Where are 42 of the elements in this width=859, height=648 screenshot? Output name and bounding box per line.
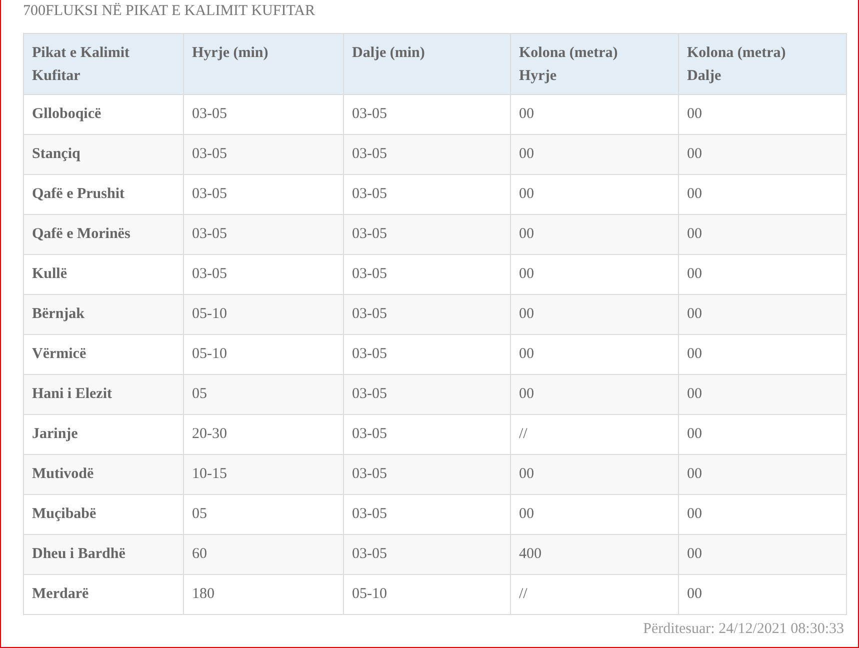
column-header: Dalje (min) (352, 44, 425, 63)
table-cell: 00 (678, 374, 846, 414)
column-header: Hyrje (min) (192, 44, 268, 63)
table-cell: 10-15 (184, 454, 344, 494)
table-cell: 180 (184, 574, 344, 614)
table-cell: 00 (510, 454, 678, 494)
table-cell: 00 (678, 214, 846, 254)
table-cell: 05-10 (344, 574, 510, 614)
table-cell: 00 (510, 134, 678, 174)
table-cell: Mutivodë (24, 454, 184, 494)
table-cell: Qafë e Morinës (24, 214, 184, 254)
table-cell: 00 (510, 214, 678, 254)
table-cell: 00 (510, 374, 678, 414)
table-cell: 00 (510, 294, 678, 334)
table-cell: 05-10 (184, 294, 344, 334)
table-cell: 03-05 (344, 134, 510, 174)
table-cell: Bërnjak (24, 294, 184, 334)
table-cell: 00 (678, 574, 846, 614)
table-cell: 400 (510, 534, 678, 574)
updated-timestamp: Përditesuar: 24/12/2021 08:30:33 (643, 621, 844, 637)
table-cell: 03-05 (184, 214, 344, 254)
column-header: Pikat e Kalimit Kufitar (32, 44, 130, 86)
table-cell: Stançiq (24, 134, 184, 174)
table-cell: Merdarë (24, 574, 184, 614)
column-header: Kolona (metra) Hyrje (519, 44, 619, 86)
page-title: 700FLUKSI NË PIKAT E KALIMIT KUFITAR (23, 2, 316, 21)
table-cell: Dheu i Bardhë (24, 534, 184, 574)
table-cell: 03-05 (344, 374, 510, 414)
table-cell: 03-05 (344, 454, 510, 494)
table-cell: 60 (184, 534, 344, 574)
table-cell: 03-05 (184, 134, 344, 174)
table-cell: 03-05 (344, 294, 510, 334)
table-cell: 03-05 (344, 534, 510, 574)
table-cell: 00 (678, 294, 846, 334)
table-cell: Hani i Elezit (24, 374, 184, 414)
table-cell: 05 (184, 374, 344, 414)
table-cell: 03-05 (344, 214, 510, 254)
table-cell: 00 (678, 134, 846, 174)
column-header: Kolona (metra) Dalje (687, 44, 787, 86)
table-cell: // (510, 574, 678, 614)
table-cell: 00 (678, 534, 846, 574)
table-cell: 00 (678, 454, 846, 494)
